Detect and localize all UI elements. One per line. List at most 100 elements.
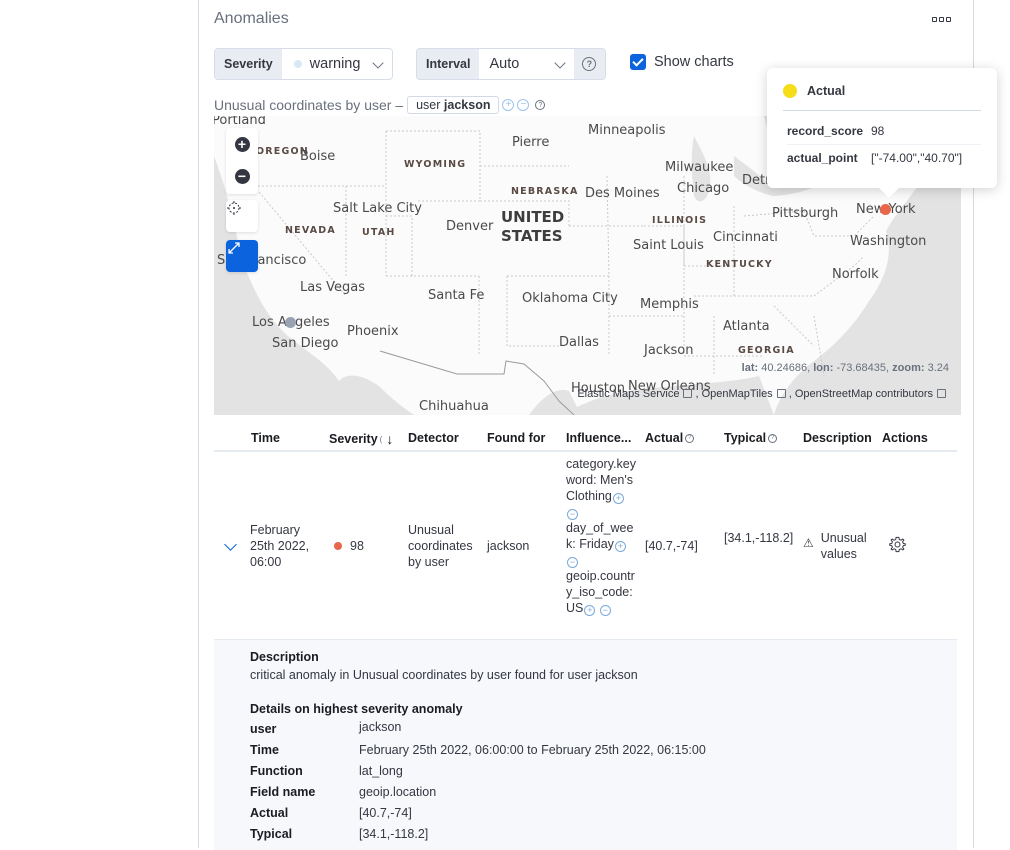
crosshair-icon	[227, 201, 241, 215]
interval-value-field[interactable]: Auto	[479, 49, 573, 79]
external-link-icon	[937, 389, 946, 398]
panel-title: Anomalies	[214, 10, 289, 27]
column-header-typical[interactable]: Typical?	[724, 431, 778, 445]
tooltip-value: 98	[871, 124, 885, 138]
column-header-severity[interactable]: Severity ( ↓	[329, 431, 393, 447]
add-filter-icon[interactable]: +	[614, 541, 626, 552]
details-field-value: lat_long	[359, 764, 403, 778]
add-filter-icon[interactable]: +	[502, 99, 515, 111]
map-city-label: Atlanta	[723, 319, 770, 334]
tooltip-row: record_score 98	[787, 124, 981, 138]
show-charts-checkbox[interactable]: Show charts	[630, 54, 734, 70]
lon-label: lon:	[813, 362, 834, 374]
add-filter-icon[interactable]: +	[612, 493, 624, 504]
details-description-text: critical anomaly in Unusual coordinates …	[250, 668, 638, 682]
map-city-label: Jackson	[644, 343, 694, 358]
details-field-key: Field name	[250, 785, 316, 799]
anomalies-table: Time Severity ( ↓ Detector Found for Inf…	[214, 425, 957, 640]
map-city-label: Norfolk	[832, 267, 879, 282]
interval-select[interactable]: Interval Auto ?	[416, 48, 606, 80]
map-city-label: Oklahoma City	[522, 291, 618, 306]
remove-filter-icon[interactable]: −	[567, 557, 578, 568]
lon-value: -73.68435,	[836, 362, 890, 374]
minus-icon: −	[234, 168, 250, 184]
actual-point-marker[interactable]	[880, 204, 891, 215]
map-coordinates-readout: lat: 40.24686, lon: -73.68435, zoom: 3.2…	[742, 362, 949, 374]
influencer-item: day_of_week: Friday + −	[566, 520, 638, 568]
map-city-label: Phoenix	[347, 324, 399, 339]
severity-value: warning	[309, 56, 361, 72]
table-header: Time Severity ( ↓ Detector Found for Inf…	[214, 425, 957, 452]
tooltip-series: Actual	[807, 84, 846, 98]
attribution-link[interactable]: OpenStreetMap contributors	[795, 388, 933, 400]
country-label-line: STATES	[501, 227, 563, 245]
tooltip-value: ["-74.00","40.70"]	[871, 151, 963, 165]
cell-description: ⚠ Unusual values	[803, 530, 878, 562]
column-header-description[interactable]: Description	[803, 431, 872, 445]
cell-severity: 98	[334, 538, 364, 554]
map-city-label: Des Moines	[585, 186, 660, 201]
external-link-icon	[683, 389, 693, 398]
entity-value: jackson	[443, 98, 491, 112]
map-state-label: GEORGIA	[738, 345, 795, 356]
map-city-label: Pierre	[512, 135, 550, 150]
severity-select[interactable]: Severity warning	[214, 48, 393, 80]
map-state-label: ILLINOIS	[652, 215, 708, 226]
actions-button[interactable]	[889, 536, 906, 557]
attribution-link[interactable]: Elastic Maps Service	[577, 388, 679, 400]
severity-value-field[interactable]: warning	[282, 49, 392, 79]
table-row[interactable]: February 25th 2022, 06:00 98 Unusual coo…	[214, 452, 957, 640]
chevron-down-icon[interactable]	[224, 538, 237, 551]
zoom-controls: + −	[226, 128, 258, 194]
details-field-key: Time	[250, 743, 279, 757]
column-header-time[interactable]: Time	[251, 431, 280, 445]
cell-typical: [34.1,-118.2]	[724, 531, 794, 545]
chevron-down-icon	[554, 57, 566, 69]
column-header-influencers[interactable]: Influence...	[566, 431, 631, 445]
map-state-label: UTAH	[362, 227, 396, 238]
chart-title: Unusual coordinates by user – user jacks…	[214, 96, 546, 114]
question-icon: ?	[535, 100, 546, 110]
details-highest-heading: Details on highest severity anomaly	[250, 702, 463, 716]
column-header-actual[interactable]: Actual?	[645, 431, 695, 445]
add-filter-icon[interactable]: +	[584, 605, 596, 616]
fullscreen-button[interactable]	[226, 240, 258, 272]
checkbox-checked-icon[interactable]	[630, 54, 646, 70]
details-field-key: user	[250, 722, 277, 736]
zoom-label: zoom:	[892, 362, 925, 374]
tooltip-row: actual_point ["-74.00","40.70"]	[787, 151, 981, 165]
column-header-detector[interactable]: Detector	[408, 431, 459, 445]
typical-point-marker[interactable]	[285, 317, 296, 328]
zoom-out-button[interactable]: −	[226, 160, 258, 192]
map-state-label: NEBRASKA	[511, 186, 579, 197]
details-field-value: geoip.location	[359, 785, 437, 799]
more-options-button[interactable]	[930, 12, 952, 26]
attribution-link[interactable]: OpenMapTiles	[702, 388, 773, 400]
remove-filter-icon[interactable]: −	[517, 99, 530, 111]
divider	[783, 110, 981, 111]
column-header-found-for[interactable]: Found for	[487, 431, 545, 445]
show-charts-label: Show charts	[654, 54, 734, 70]
interval-value: Auto	[489, 56, 520, 72]
remove-filter-icon[interactable]: −	[567, 509, 578, 520]
remove-filter-icon[interactable]: −	[599, 605, 611, 616]
description-text: Unusual values	[820, 531, 867, 561]
map-city-label: Santa Fe	[428, 288, 485, 303]
details-field-value: [34.1,-118.2]	[359, 827, 429, 841]
map-city-label: Denver	[446, 219, 494, 234]
severity-color-dot	[293, 60, 302, 68]
zoom-in-button[interactable]: +	[226, 128, 258, 160]
details-field-key: Function	[250, 764, 303, 778]
fit-to-data-button[interactable]	[226, 200, 258, 232]
boxes-horizontal-icon	[931, 16, 937, 22]
map-city-label: Chicago	[677, 181, 730, 196]
map-city-label: Saint Louis	[633, 238, 704, 253]
question-icon: ?	[582, 57, 597, 71]
tooltip-header: Actual	[783, 84, 845, 98]
interval-help-button[interactable]: ?	[573, 49, 605, 79]
plus-icon: +	[234, 136, 250, 152]
boxes-horizontal-icon-dot	[945, 16, 951, 22]
severity-header-label: Severity	[329, 432, 378, 446]
details-field-value: [40.7,-74]	[359, 806, 412, 820]
divider	[787, 144, 981, 145]
